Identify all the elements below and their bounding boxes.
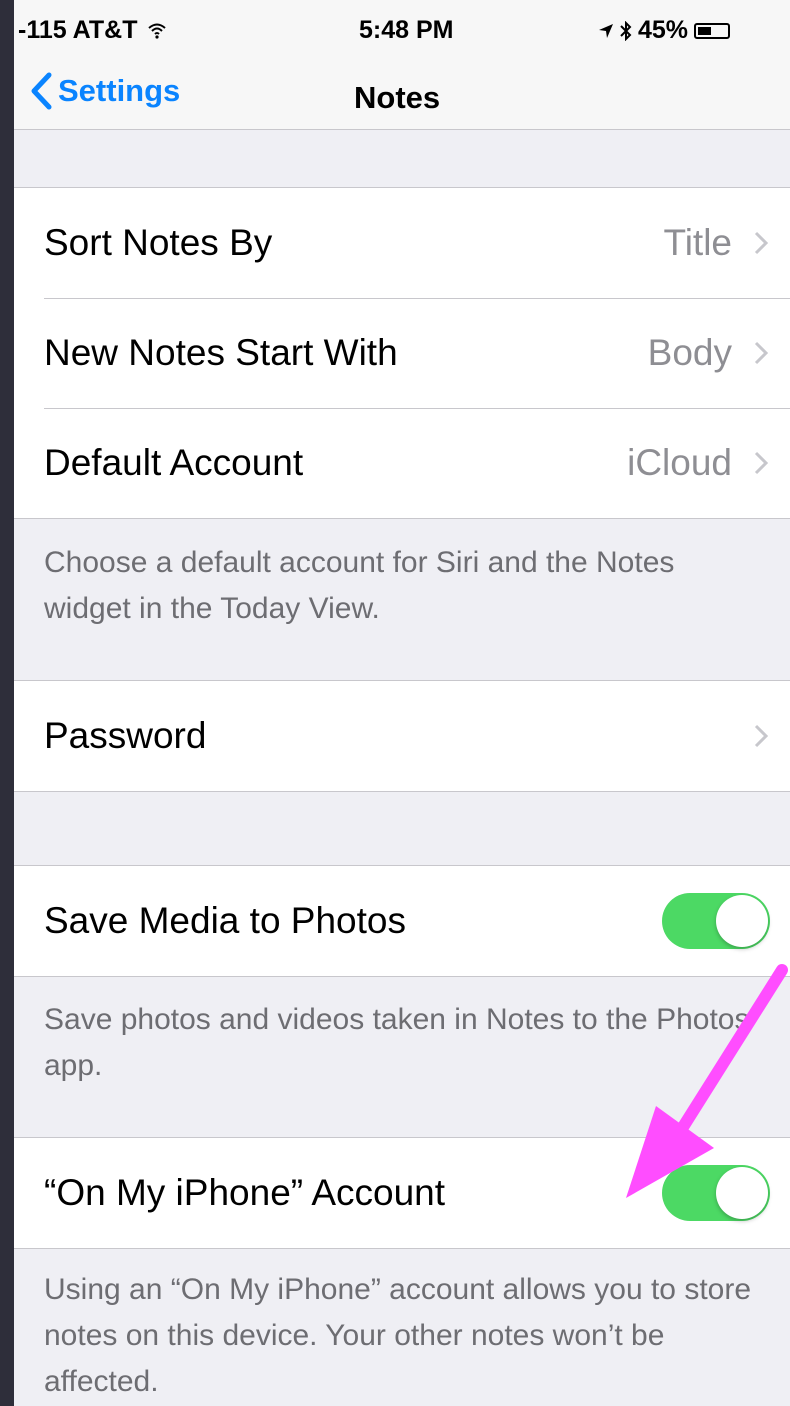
default-account-footer: Choose a default account for Siri and th… xyxy=(44,546,675,625)
row-title: Save Media to Photos xyxy=(44,900,406,941)
bluetooth-icon xyxy=(620,20,632,41)
chevron-right-icon xyxy=(754,341,768,365)
password-row[interactable]: Password xyxy=(14,681,790,791)
row-title: Password xyxy=(44,715,207,756)
save-media-row: Save Media to Photos xyxy=(14,866,790,976)
row-title: Sort Notes By xyxy=(44,222,273,263)
on-my-iphone-footer: Using an “On My iPhone” account allows y… xyxy=(44,1273,752,1398)
on-my-iphone-toggle[interactable] xyxy=(662,1165,770,1221)
page-title: Notes xyxy=(354,80,441,115)
save-media-group: Save Media to Photos xyxy=(14,865,790,977)
preferences-group: Sort Notes By Title New Notes Start With… xyxy=(14,187,790,519)
chevron-right-icon xyxy=(754,231,768,255)
clock: 5:48 PM xyxy=(359,16,454,44)
toggle-knob xyxy=(716,895,768,947)
row-value: iCloud xyxy=(627,442,732,483)
toggle-knob xyxy=(716,1167,768,1219)
status-bar: -115 AT&T 5:48 PM 45% xyxy=(14,0,790,62)
new-notes-start-with-row[interactable]: New Notes Start With Body xyxy=(14,298,790,408)
battery-percent: 45% xyxy=(638,16,689,44)
battery-fill xyxy=(698,26,712,35)
location-icon xyxy=(599,23,613,38)
chevron-right-icon xyxy=(754,451,768,475)
row-value: Body xyxy=(647,332,732,373)
row-title: “On My iPhone” Account xyxy=(44,1172,446,1213)
chevron-right-icon xyxy=(754,724,768,748)
save-media-footer: Save photos and videos taken in Notes to… xyxy=(44,1003,750,1082)
default-account-row[interactable]: Default Account iCloud xyxy=(14,408,790,518)
save-media-toggle[interactable] xyxy=(662,893,770,949)
row-title: Default Account xyxy=(44,442,304,483)
on-my-iphone-row: “On My iPhone” Account xyxy=(14,1138,790,1248)
back-button[interactable]: Settings xyxy=(30,72,180,110)
notes-settings-screen: -115 AT&T 5:48 PM 45% Settings Notes Sor… xyxy=(14,0,790,1406)
status-right-group: 45% xyxy=(598,16,731,45)
row-value: Title xyxy=(663,222,732,263)
row-title: New Notes Start With xyxy=(44,332,398,373)
battery-icon xyxy=(694,22,731,39)
password-group: Password xyxy=(14,680,790,792)
sort-notes-by-row[interactable]: Sort Notes By Title xyxy=(14,188,790,298)
back-chevron-icon xyxy=(31,72,52,110)
on-my-iphone-group: “On My iPhone” Account xyxy=(14,1137,790,1249)
navigation-bar: Settings Notes xyxy=(14,62,790,130)
wifi-icon xyxy=(148,23,167,39)
carrier-group: -115 AT&T xyxy=(18,16,167,45)
back-button-label: Settings xyxy=(58,73,181,108)
carrier-label: -115 AT&T xyxy=(18,16,138,44)
